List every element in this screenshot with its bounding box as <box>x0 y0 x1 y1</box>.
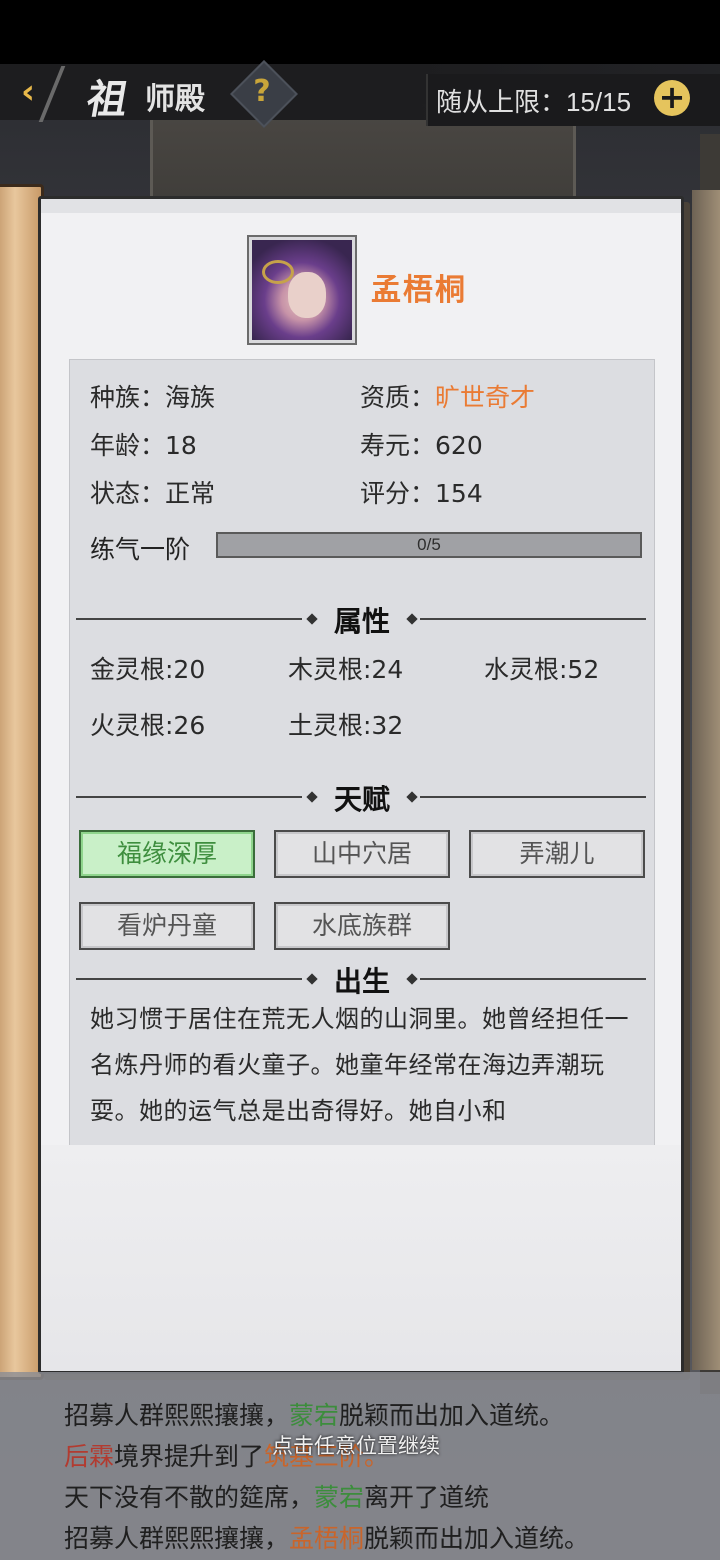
divider-line <box>420 796 646 798</box>
status-value: 正常 <box>165 479 216 508</box>
page-title-sub: 师殿 <box>145 82 205 117</box>
race-label: 种族： <box>90 383 166 412</box>
log-text: 招募人群熙熙攘攘， <box>64 1524 290 1553</box>
divider-line <box>76 618 302 620</box>
divider-diamond-icon <box>406 613 418 625</box>
birth-title: 出生 <box>333 965 390 998</box>
birth-description: 她习惯于居住在荒无人烟的山洞里。她曾经担任一名炼丹师的看火童子。她童年经常在海边… <box>90 1005 629 1125</box>
info-box: 种族：海族 资质：旷世奇才 年龄：18 寿元：620 状态：正常 评分：154 … <box>69 359 655 1147</box>
log-line: 招募人群熙熙攘攘，蒙宕脱颖而出加入道统。 <box>64 1396 564 1432</box>
score-label: 评分： <box>360 479 436 508</box>
page-title-main: 祖 <box>83 77 132 123</box>
help-icon[interactable]: ? <box>240 70 284 114</box>
log-name: 后霖 <box>64 1442 115 1471</box>
character-name: 孟梧桐 <box>371 273 467 308</box>
lifespan-row: 寿元：620 <box>360 426 483 462</box>
top-header: ‹ 祖 师殿 ? 随从上限：15/15 + <box>0 60 720 128</box>
follower-limit-box: 随从上限：15/15 + <box>426 74 720 126</box>
lifespan-value: 620 <box>435 431 483 460</box>
log-text: 招募人群熙熙攘攘， <box>64 1401 290 1430</box>
face-icon <box>288 272 326 318</box>
log-text: 天下没有不散的筵席， <box>64 1483 315 1512</box>
log-name: 孟梧桐 <box>289 1524 365 1553</box>
back-button[interactable]: ‹ <box>8 71 48 113</box>
log-text: 脱颖而出加入道统。 <box>364 1524 590 1553</box>
attribute-item: 火灵根:26 <box>90 711 206 740</box>
log-name: 蒙宕 <box>289 1401 340 1430</box>
score-value: 154 <box>435 479 483 508</box>
talent-button-shanzhong[interactable]: 山中穴居 <box>274 830 450 878</box>
status-row: 状态：正常 <box>90 474 215 510</box>
age-value: 18 <box>165 431 197 460</box>
divider-line <box>420 978 646 980</box>
aptitude-value: 旷世奇才 <box>435 383 536 412</box>
age-label: 年龄： <box>90 431 166 460</box>
follower-limit-text: 随从上限：15/15 <box>436 87 632 117</box>
character-detail-panel: 孟梧桐 种族：海族 资质：旷世奇才 年龄：18 寿元：620 状态：正常 评分：… <box>38 196 684 1374</box>
race-row: 种族：海族 <box>90 378 215 414</box>
attribute-item: 木灵根:24 <box>288 655 404 684</box>
attributes-title: 属性 <box>333 605 390 638</box>
side-panel-edge <box>692 190 720 1370</box>
panel-bottom-area <box>41 1145 681 1371</box>
log-name: 蒙宕 <box>314 1483 365 1512</box>
continue-hint[interactable]: 点击任意位置继续 <box>272 1430 440 1460</box>
attribute-item: 水灵根:52 <box>484 655 600 684</box>
log-text: 脱颖而出加入道统。 <box>339 1401 565 1430</box>
age-row: 年龄：18 <box>90 426 197 462</box>
talent-button-fuyuan[interactable]: 福缘深厚 <box>79 830 255 878</box>
divider-diamond-icon <box>306 791 318 803</box>
score-row: 评分：154 <box>360 474 483 510</box>
log-text: 离开了道统 <box>364 1483 490 1512</box>
aptitude-label: 资质： <box>360 383 436 412</box>
avatar <box>252 240 352 340</box>
talent-button-kanlu[interactable]: 看炉丹童 <box>79 902 255 950</box>
realm-label: 练气一阶 <box>90 535 191 564</box>
log-line: 招募人群熙熙攘攘，孟梧桐脱颖而出加入道统。 <box>64 1519 589 1555</box>
cultivation-progress-bar: 0/5 <box>216 532 642 558</box>
divider-line <box>76 978 302 980</box>
attribute-item: 金灵根:20 <box>90 655 206 684</box>
panel-top-band <box>41 199 681 213</box>
add-icon[interactable]: + <box>654 80 690 116</box>
divider-line <box>420 618 646 620</box>
lifespan-label: 寿元： <box>360 431 436 460</box>
avatar-frame <box>247 235 357 345</box>
divider-diamond-icon <box>306 613 318 625</box>
talent-button-shuidi[interactable]: 水底族群 <box>274 902 450 950</box>
aptitude-row: 资质：旷世奇才 <box>360 378 535 414</box>
talent-button-nongchao[interactable]: 弄潮儿 <box>469 830 645 878</box>
divider-diamond-icon <box>406 973 418 985</box>
log-text: 境界提升到了 <box>114 1442 265 1471</box>
race-value: 海族 <box>165 383 216 412</box>
log-line: 天下没有不散的筵席，蒙宕离开了道统 <box>64 1478 489 1514</box>
divider-line <box>76 796 302 798</box>
event-log[interactable]: 招募人群熙熙攘攘，蒙宕脱颖而出加入道统。 后霖境界提升到了筑基三阶。 天下没有不… <box>0 1372 720 1560</box>
divider-diamond-icon <box>306 973 318 985</box>
talents-title: 天赋 <box>333 783 390 816</box>
crown-icon <box>262 260 294 284</box>
progress-text: 0/5 <box>417 535 441 554</box>
divider-diamond-icon <box>406 791 418 803</box>
attribute-item: 土灵根:32 <box>288 711 404 740</box>
status-label: 状态： <box>90 479 166 508</box>
